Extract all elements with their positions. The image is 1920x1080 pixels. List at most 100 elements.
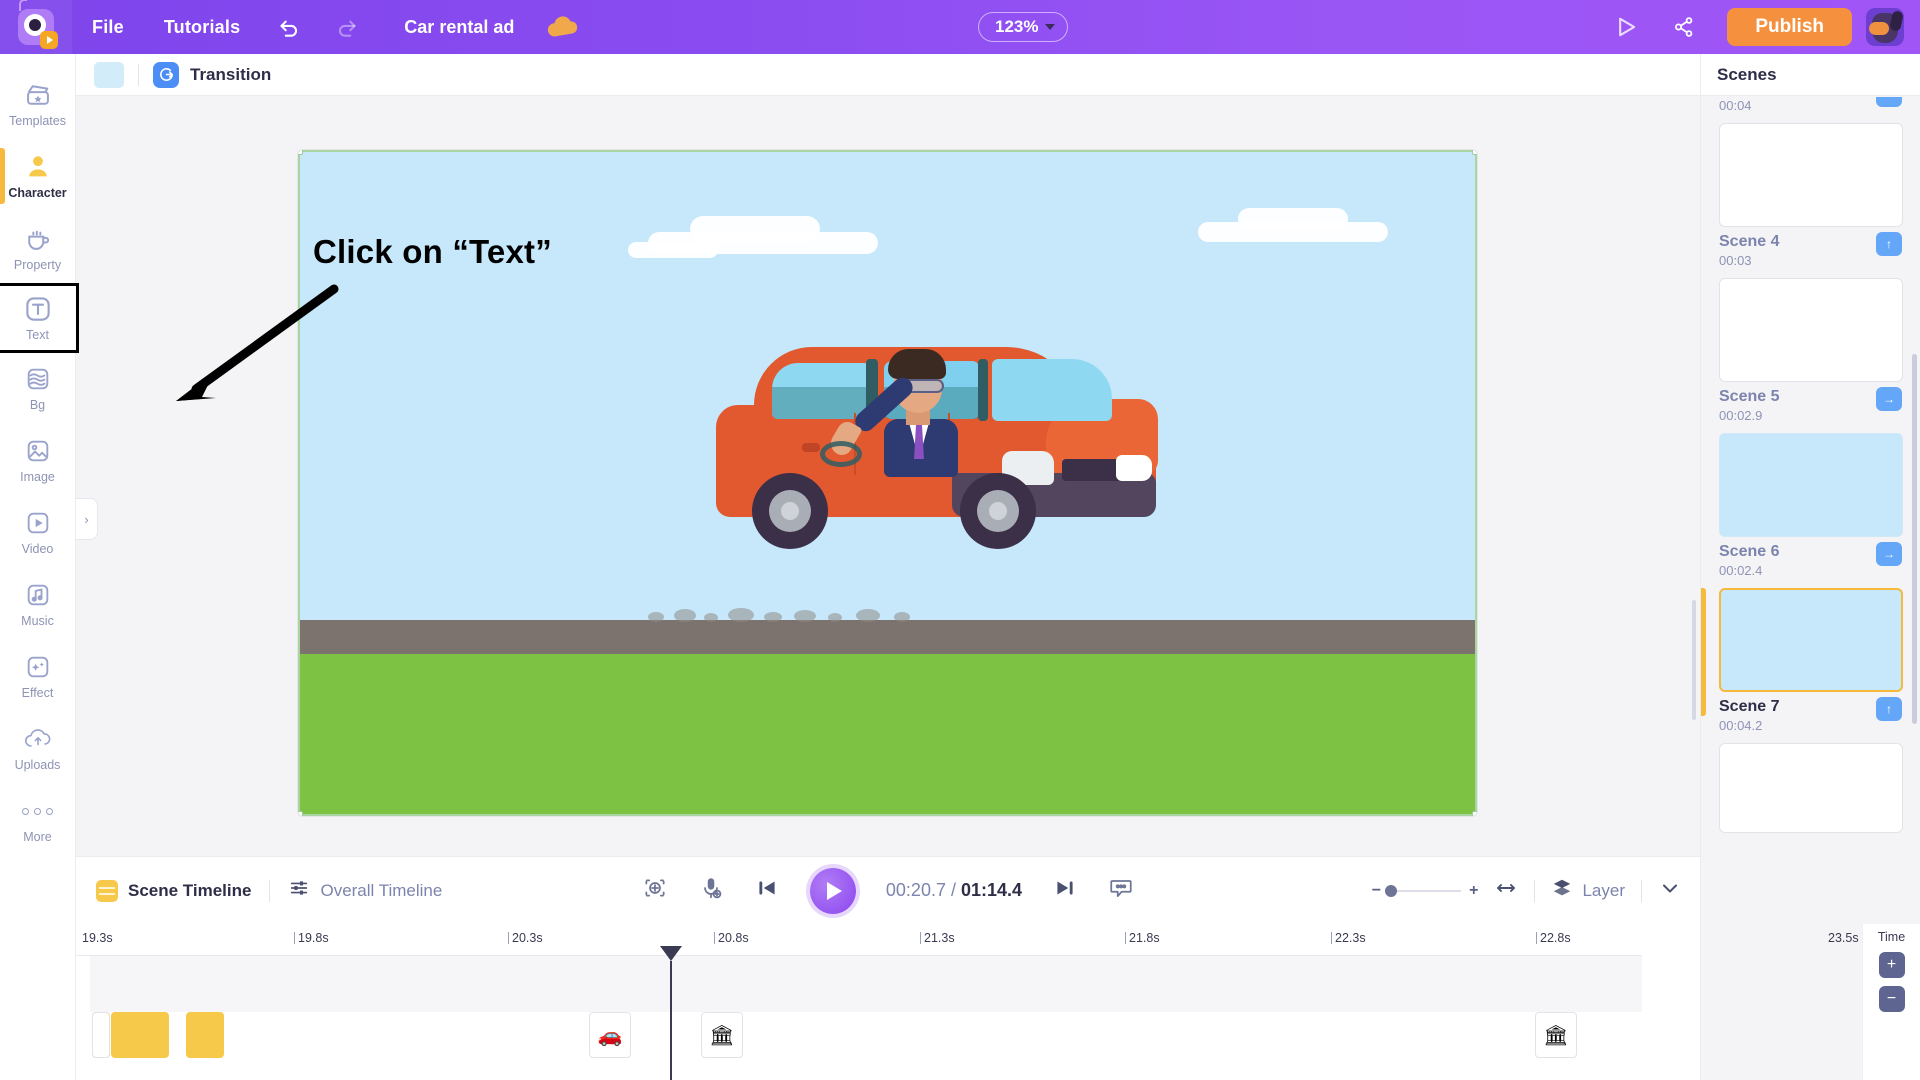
scene-card-active[interactable]: Scene 7 00:04.2 ↑ <box>1701 588 1920 733</box>
app-logo[interactable] <box>0 0 72 54</box>
scene-card[interactable]: Scene 6 00:02.4 → <box>1701 433 1920 578</box>
scene-thumbnail[interactable] <box>1719 433 1903 537</box>
scene-card-partial[interactable]: 00:04 <box>1701 96 1920 113</box>
chevron-down-icon[interactable] <box>1658 876 1682 905</box>
scene-transition-button[interactable]: ↑ <box>1876 697 1902 721</box>
zoom-knob[interactable] <box>1385 884 1398 897</box>
transition-button[interactable]: Transition <box>153 61 271 88</box>
zoom-in-button[interactable]: + <box>1469 882 1478 900</box>
canvas-stage: Click on “Text” <box>76 96 1700 856</box>
share-icon[interactable] <box>1655 0 1713 54</box>
caption-icon[interactable] <box>1108 875 1134 906</box>
publish-button[interactable]: Publish <box>1727 8 1852 46</box>
scene-timeline-tab[interactable]: Scene Timeline <box>96 879 251 902</box>
overall-timeline-icon <box>288 877 310 904</box>
resize-handle[interactable] <box>1472 150 1477 155</box>
overall-timeline-label: Overall Timeline <box>320 880 443 900</box>
sidebar-item-character[interactable]: Character <box>0 140 76 212</box>
skip-next-icon[interactable] <box>1052 875 1078 906</box>
music-note-icon <box>23 580 53 610</box>
canvas-grass <box>298 654 1477 816</box>
microphone-add-icon[interactable] <box>698 875 724 906</box>
remove-time-button[interactable]: − <box>1878 986 1905 1012</box>
top-bar: File Tutorials Car rental ad 123% Publis… <box>0 0 1920 54</box>
sidebar-item-image[interactable]: Image <box>0 424 76 496</box>
sidebar-item-uploads[interactable]: Uploads <box>0 712 76 784</box>
stage-scrollbar[interactable] <box>1692 600 1696 720</box>
toolbar-divider <box>1641 879 1642 902</box>
ruler-tick: 23.5s <box>1828 931 1859 945</box>
document-title[interactable]: Car rental ad <box>376 0 532 54</box>
skip-previous-icon[interactable] <box>754 875 780 906</box>
minus-icon: − <box>1886 990 1897 1007</box>
resize-handle[interactable] <box>298 811 303 816</box>
resize-handle[interactable] <box>1472 811 1477 816</box>
zoom-track[interactable] <box>1385 884 1462 897</box>
sidebar-item-templates[interactable]: Templates <box>0 68 76 140</box>
scene-card[interactable]: Scene 4 00:03 ↑ <box>1701 123 1920 268</box>
scene-transition-button[interactable] <box>1876 97 1902 107</box>
ruler-tick: 22.3s <box>1331 931 1366 945</box>
sidebar-item-text[interactable]: Text <box>0 283 79 353</box>
scene-transition-button[interactable]: → <box>1876 387 1902 411</box>
arrow-right-icon: → <box>1883 547 1895 561</box>
preview-play-icon[interactable] <box>1597 0 1655 54</box>
scene-timeline-icon <box>96 879 118 902</box>
scene-card[interactable]: Scene 5 00:02.9 → <box>1701 278 1920 423</box>
clip-bg-thumb[interactable] <box>92 1012 110 1058</box>
ruler-tick: 19.3s <box>82 931 113 945</box>
menu-file[interactable]: File <box>72 0 144 54</box>
undo-icon[interactable] <box>260 0 318 54</box>
sidebar-label-templates: Templates <box>9 114 66 128</box>
focus-target-icon[interactable] <box>642 875 668 906</box>
timeline-ruler[interactable]: 19.3s 19.8s 20.3s 20.8s 21.3s 21.8s 22.3… <box>76 924 1859 956</box>
sidebar-item-property[interactable]: Property <box>0 212 76 284</box>
toolbar-divider <box>138 63 139 86</box>
clip-text-1[interactable]: 🏛 <box>701 1012 743 1058</box>
playhead-handle[interactable] <box>660 946 682 961</box>
scene-thumbnail[interactable] <box>1719 278 1903 382</box>
scene-card-next-partial[interactable] <box>1701 743 1920 833</box>
cloud-shape <box>690 216 820 242</box>
scene-thumbnail[interactable] <box>1719 743 1903 833</box>
scene-name: Scene 5 <box>1719 388 1780 405</box>
clip-text-2[interactable]: 🏛 <box>1535 1012 1577 1058</box>
text-thumb-icon: 🏛 <box>1543 1024 1569 1047</box>
scene-duration: 00:02.9 <box>1719 408 1763 423</box>
menu-tutorials[interactable]: Tutorials <box>144 0 260 54</box>
sidebar-item-music[interactable]: Music <box>0 568 76 640</box>
redo-icon[interactable] <box>318 0 376 54</box>
time-readout: 00:20.7 / 01:14.4 <box>886 880 1022 901</box>
layer-stack-icon <box>1551 877 1573 904</box>
layer-button[interactable]: Layer <box>1551 877 1625 904</box>
zoom-out-button[interactable]: − <box>1372 882 1381 900</box>
sidebar-item-effect[interactable]: Effect <box>0 640 76 712</box>
resize-handle[interactable] <box>298 150 303 155</box>
sidebar-item-more[interactable]: More <box>0 784 76 856</box>
add-time-button[interactable]: + <box>1878 952 1905 978</box>
play-button[interactable] <box>809 867 856 914</box>
sidebar-item-video[interactable]: Video <box>0 496 76 568</box>
scene-thumbnail[interactable] <box>1719 588 1903 692</box>
arrow-up-icon: ↑ <box>1886 237 1892 251</box>
scenes-scrollbar[interactable] <box>1912 354 1917 724</box>
user-avatar[interactable] <box>1866 8 1904 46</box>
timeline-tracks[interactable]: 🚗 🏛 🏛 <box>76 956 1642 1080</box>
scene-transition-button[interactable]: → <box>1876 542 1902 566</box>
panel-collapse-handle[interactable]: › <box>76 498 98 540</box>
clip-bg-2[interactable] <box>111 1012 169 1058</box>
timeline-mode-switch: Scene Timeline Overall Timeline <box>76 877 442 904</box>
car-thumb-icon: 🚗 <box>597 1024 623 1047</box>
zoom-level-selector[interactable]: 123% <box>978 12 1069 42</box>
sidebar-item-bg[interactable]: Bg <box>0 352 76 424</box>
fit-width-icon[interactable] <box>1494 876 1518 905</box>
clip-bg-3[interactable] <box>186 1012 224 1058</box>
background-color-swatch[interactable] <box>94 61 124 88</box>
timeline-zoom-slider[interactable]: − + <box>1372 882 1479 900</box>
scene-transition-button[interactable]: ↑ <box>1876 232 1902 256</box>
clip-car[interactable]: 🚗 <box>589 1012 631 1058</box>
scene-duration: 00:03 <box>1719 253 1752 268</box>
toolbar-divider <box>269 879 271 902</box>
scene-thumbnail[interactable] <box>1719 123 1903 227</box>
overall-timeline-tab[interactable]: Overall Timeline <box>288 877 442 904</box>
